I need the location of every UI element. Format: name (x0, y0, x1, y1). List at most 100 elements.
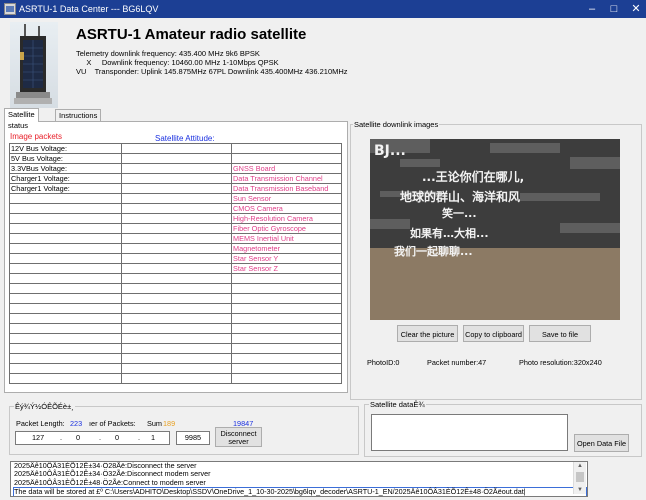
status-label-cell (9, 243, 122, 254)
status-value-cell (121, 373, 232, 384)
status-component-cell: Star Sensor Z (231, 263, 342, 274)
satellite-data-textbox[interactable] (371, 414, 568, 451)
status-value-cell (121, 273, 232, 284)
status-row: CMOS Camera (9, 203, 342, 214)
status-value-cell (121, 233, 232, 244)
log-scrollbar[interactable]: ▲ ▼ (573, 462, 586, 494)
packet-length-value: 223 (70, 419, 83, 428)
tab-satellite-status[interactable]: Satellite status (4, 108, 39, 130)
status-row (9, 353, 342, 364)
status-component-cell (231, 283, 342, 294)
status-value-cell (121, 153, 232, 164)
status-component-cell (231, 153, 342, 164)
scroll-thumb[interactable] (576, 472, 584, 482)
status-label-cell: Charger1 Voltage: (9, 173, 122, 184)
log-line: The data will be stored at £º C:\Users\A… (13, 487, 587, 496)
status-value-cell (121, 173, 232, 184)
ip-octet-3: 0 (115, 433, 120, 442)
status-component-cell (231, 323, 342, 334)
ip-octet-2: 0 (76, 433, 81, 442)
telemetry-frequency: Telemetry downlink frequency: 435.400 MH… (76, 49, 260, 58)
status-component-cell (231, 303, 342, 314)
status-value-cell (121, 163, 232, 174)
minimize-icon[interactable]: – (581, 0, 603, 18)
disconnect-server-button[interactable]: Disconnect server (215, 427, 262, 447)
status-row: 3.3VBus Voltage: GNSS Board (9, 163, 342, 174)
copy-clipboard-button[interactable]: Copy to clipboard (463, 325, 524, 342)
status-component-cell: High-Resolution Camera (231, 213, 342, 224)
status-label-cell (9, 223, 122, 234)
status-label-cell (9, 213, 122, 224)
status-component-cell (231, 293, 342, 304)
scroll-down-icon[interactable]: ▼ (574, 486, 586, 494)
image-text-5: 如果有…大相... (410, 226, 489, 240)
status-label-cell: 12V Bus Voltage: (9, 143, 122, 154)
photo-resolution: Photo resolution:320x240 (519, 358, 602, 367)
status-label-cell (9, 373, 122, 384)
status-value-cell (121, 323, 232, 334)
downlink-image: BJ... ...王论你们在哪儿, 地球的群山、海洋和风 笑一... 如果有…大… (370, 139, 620, 320)
clear-picture-button[interactable]: Clear the picture (397, 325, 458, 342)
satellite-photo (10, 22, 58, 108)
status-row (9, 303, 342, 314)
status-label-cell (9, 363, 122, 374)
image-text-4: 笑一... (442, 206, 477, 220)
scroll-up-icon[interactable]: ▲ (574, 462, 586, 470)
status-label-cell (9, 303, 122, 314)
status-label-cell (9, 233, 122, 244)
ip-octet-1: 127 (32, 433, 45, 442)
ip-address-field[interactable]: 127 . 0 . 0 . 1 (15, 431, 170, 445)
status-label-cell (9, 193, 122, 204)
photo-id: PhotoID:0 (367, 358, 400, 367)
status-component-cell (231, 313, 342, 324)
status-value-cell (121, 253, 232, 264)
status-row (9, 293, 342, 304)
log-textbox[interactable]: 2025Äê10ÔÂ31ÈÕ12Ê±34·Ö28Ãë:Disconnect th… (10, 461, 588, 497)
status-value-cell (121, 193, 232, 204)
close-icon[interactable]: ✕ (625, 0, 646, 18)
status-label-cell (9, 263, 122, 274)
page-title: ASRTU-1 Amateur radio satellite (76, 26, 307, 43)
status-row: 5V Bus Voltage: (9, 153, 342, 164)
status-value-cell (121, 353, 232, 364)
status-row: Charger1 Voltage: Data Transmission Chann… (9, 173, 342, 184)
app-icon (4, 3, 16, 15)
image-text-6: 我们一起聊聊... (394, 244, 473, 258)
port-field[interactable]: 9985 (176, 431, 210, 445)
status-row (9, 373, 342, 384)
sum-value: 189 (163, 419, 176, 428)
status-row (9, 313, 342, 324)
status-label-cell: 3.3VBus Voltage: (9, 163, 122, 174)
status-label-cell (9, 343, 122, 354)
maximize-icon[interactable]: □ (603, 0, 625, 18)
status-value-cell (121, 203, 232, 214)
status-value-cell (121, 313, 232, 324)
status-component-cell: GNSS Board (231, 163, 342, 174)
status-component-cell (231, 363, 342, 374)
status-component-cell (231, 143, 342, 154)
status-value-cell (121, 333, 232, 344)
sum-label: Sum (147, 419, 163, 428)
status-row: Magnetometer (9, 243, 342, 254)
status-row: MEMS Inertial Unit (9, 233, 342, 244)
image-text-2: ...王论你们在哪儿, (422, 169, 524, 184)
status-value-cell (121, 263, 232, 274)
status-value-cell (121, 293, 232, 304)
save-file-button[interactable]: Save to file (529, 325, 591, 342)
image-text-3: 地球的群山、海洋和风 (400, 189, 520, 204)
status-row (9, 323, 342, 334)
number-of-packets-label: ıer of Packets: (89, 419, 136, 428)
open-data-file-button[interactable]: Open Data File (574, 434, 629, 452)
vu-transponder: VU Transponder: Uplink 145.875MHz 67PL D… (76, 67, 348, 76)
status-component-cell: Sun Sensor (231, 193, 342, 204)
status-component-cell: MEMS Inertial Unit (231, 233, 342, 244)
status-label-cell (9, 253, 122, 264)
status-row: 12V Bus Voltage: (9, 143, 342, 154)
satellite-data-caption: Satellite dataÊ¾ (369, 400, 426, 409)
tab-instructions[interactable]: Instructions (55, 109, 102, 121)
status-component-cell (231, 273, 342, 284)
status-value-cell (121, 343, 232, 354)
status-component-cell (231, 353, 342, 364)
status-component-cell (231, 333, 342, 344)
image-packets-label: Image packets (10, 132, 63, 141)
